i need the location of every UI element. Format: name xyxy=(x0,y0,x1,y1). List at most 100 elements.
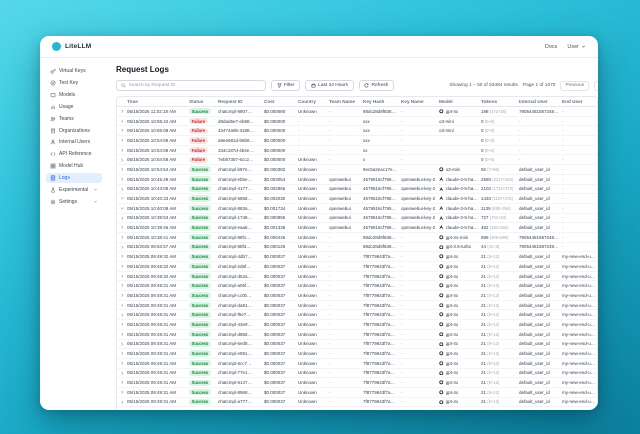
refresh-button[interactable]: Refresh xyxy=(359,80,394,91)
cell-request-id[interactable]: chatcmpl-6ed8… xyxy=(218,341,264,346)
row-expander-icon[interactable] xyxy=(117,322,127,327)
row-expander-icon[interactable] xyxy=(117,274,127,279)
cell-request-id[interactable]: chatcmpl-43e9… xyxy=(218,322,264,327)
sidebar-item-virtual-keys[interactable]: Virtual Keys xyxy=(46,66,102,76)
time-range-button[interactable]: Last 24 Hours xyxy=(305,80,353,91)
log-row[interactable]: 05/15/2025 09:49:31 AMSuccesschatcmpl-f5… xyxy=(117,310,597,320)
log-row[interactable]: 05/15/2025 09:49:32 AMSuccesschatcmpl-d5… xyxy=(117,272,597,282)
log-row[interactable]: 05/15/2025 10:40:33 AMSuccesschatcmpl-58… xyxy=(117,194,597,204)
row-expander-icon[interactable] xyxy=(117,342,127,347)
search-input[interactable] xyxy=(129,83,262,88)
row-expander-icon[interactable] xyxy=(117,138,127,143)
cell-request-id[interactable]: 334c187d-4b4e… xyxy=(218,148,264,153)
column-header-request-id[interactable]: Request ID xyxy=(218,99,264,104)
log-row[interactable]: 05/15/2025 10:55:42 AMFailured8dad5e7-eb… xyxy=(117,117,597,127)
row-expander-icon[interactable] xyxy=(117,187,127,192)
row-expander-icon[interactable] xyxy=(117,109,127,114)
row-expander-icon[interactable] xyxy=(117,390,127,395)
row-expander-icon[interactable] xyxy=(117,264,127,269)
log-row[interactable]: 05/15/2025 10:45:49 AMSuccesschatcmpl-eb… xyxy=(117,175,597,185)
row-expander-icon[interactable] xyxy=(117,303,127,308)
log-row[interactable]: 05/15/2025 10:54:59 AMFailure334c187d-4b… xyxy=(117,146,597,156)
sidebar-item-api-reference[interactable]: API Reference xyxy=(46,149,102,159)
search-box[interactable] xyxy=(116,80,266,91)
log-row[interactable]: 05/15/2025 09:49:31 AMSuccesschatcmpl-da… xyxy=(117,301,597,311)
sidebar-item-organizations[interactable]: Organizations xyxy=(46,125,102,135)
cell-request-id[interactable]: 7eb67387-6cc2… xyxy=(218,157,264,162)
row-expander-icon[interactable] xyxy=(117,245,127,250)
sidebar-item-settings[interactable]: Settings xyxy=(46,197,102,207)
cell-request-id[interactable]: chatcmpl-5858… xyxy=(218,196,264,201)
cell-request-id[interactable]: chatcmpl-6cc7… xyxy=(218,361,264,366)
sidebar-item-teams[interactable]: Teams xyxy=(46,114,102,124)
row-expander-icon[interactable] xyxy=(117,313,127,318)
row-expander-icon[interactable] xyxy=(117,148,127,153)
log-row[interactable]: 05/15/2025 09:49:32 AMSuccesschatcmpl-4d… xyxy=(117,252,597,262)
cell-request-id[interactable]: chatcmpl-d52a… xyxy=(218,274,264,279)
previous-button[interactable]: Previous xyxy=(560,81,589,91)
column-header-key-hash[interactable]: Key Hash xyxy=(363,99,401,104)
cell-request-id[interactable]: chatcmpl-8968… xyxy=(218,390,264,395)
sidebar-item-experimental[interactable]: Experimental xyxy=(46,185,102,195)
brand[interactable]: LiteLLM xyxy=(52,42,91,51)
column-header-time[interactable]: Time xyxy=(127,99,189,104)
cell-request-id[interactable]: chatcmpl-88f3… xyxy=(218,244,264,249)
cell-request-id[interactable]: chatcmpl-a06f… xyxy=(218,283,264,288)
row-expander-icon[interactable] xyxy=(117,332,127,337)
log-row[interactable]: 05/15/2025 10:39:46 AMSuccesschatcmpl-ea… xyxy=(117,223,597,233)
cell-request-id[interactable]: chatcmpl-77e1… xyxy=(218,370,264,375)
log-row[interactable]: 05/15/2025 10:55:08 AMFailure43474a9b-31… xyxy=(117,126,597,136)
row-expander-icon[interactable] xyxy=(117,167,127,172)
cell-request-id[interactable]: chatcmpl-2d8f… xyxy=(218,264,264,269)
sidebar-item-usage[interactable]: Usage xyxy=(46,102,102,112)
cell-request-id[interactable]: 43474a9b-3188… xyxy=(218,128,264,133)
row-expander-icon[interactable] xyxy=(117,371,127,376)
sidebar-item-model-hub[interactable]: Model Hub xyxy=(46,161,102,171)
row-expander-icon[interactable] xyxy=(117,400,127,405)
row-expander-icon[interactable] xyxy=(117,216,127,221)
row-expander-icon[interactable] xyxy=(117,254,127,259)
cell-request-id[interactable]: d8dad5e7-eb88… xyxy=(218,119,264,124)
row-expander-icon[interactable] xyxy=(117,206,127,211)
log-row[interactable]: 05/15/2025 09:49:31 AMSuccesschatcmpl-a7… xyxy=(117,398,597,408)
column-header-status[interactable]: Status xyxy=(189,99,218,104)
log-row[interactable]: 05/15/2025 10:38:41 AMSuccesschatcmpl-88… xyxy=(117,233,597,243)
cell-request-id[interactable]: chatcmpl-d865… xyxy=(218,332,264,337)
cell-request-id[interactable]: chatcmpl-8807… xyxy=(218,109,264,114)
log-row[interactable]: 05/15/2025 09:49:31 AMSuccesschatcmpl-61… xyxy=(117,378,597,388)
row-expander-icon[interactable] xyxy=(117,351,127,356)
row-expander-icon[interactable] xyxy=(117,177,127,182)
log-row[interactable]: 05/15/2025 11:02:18 AMSuccesschatcmpl-88… xyxy=(117,107,597,117)
log-row[interactable]: 05/15/2025 09:49:31 AMSuccesschatcmpl-43… xyxy=(117,320,597,330)
log-row[interactable]: 05/15/2025 09:49:31 AMSuccesschatcmpl-a0… xyxy=(117,281,597,291)
log-row[interactable]: 05/15/2025 09:49:31 AMSuccesschatcmpl-77… xyxy=(117,369,597,379)
column-header-cost[interactable]: Cost xyxy=(264,99,298,104)
row-expander-icon[interactable] xyxy=(117,293,127,298)
row-expander-icon[interactable] xyxy=(117,380,127,385)
cell-request-id[interactable]: chatcmpl-ebbe… xyxy=(218,177,264,182)
cell-request-id[interactable]: chatcmpl-e891… xyxy=(218,351,264,356)
filter-button[interactable]: Filter xyxy=(271,80,300,91)
log-row[interactable]: 05/15/2025 09:49:31 AMSuccesschatcmpl-e8… xyxy=(117,349,597,359)
column-header-end-user[interactable]: End User xyxy=(562,99,598,104)
cell-request-id[interactable]: chatcmpl-da81… xyxy=(218,303,264,308)
cell-request-id[interactable]: chatcmpl-f5e7… xyxy=(218,312,264,317)
column-header-key-name[interactable]: Key Name xyxy=(401,99,439,104)
cell-request-id[interactable]: chatcmpl-1748… xyxy=(218,215,264,220)
next-button[interactable]: Next xyxy=(594,81,598,91)
log-row[interactable]: 05/15/2025 10:43:08 AMSuccesschatcmpl-41… xyxy=(117,185,597,195)
row-expander-icon[interactable] xyxy=(117,119,127,124)
cell-request-id[interactable]: chatcmpl-4177… xyxy=(218,186,264,191)
log-row[interactable]: 05/15/2025 09:49:31 AMSuccesschatcmpl-89… xyxy=(117,388,597,398)
log-row[interactable]: 05/15/2025 09:49:31 AMSuccesschatcmpl-cc… xyxy=(117,291,597,301)
row-expander-icon[interactable] xyxy=(117,196,127,201)
log-row[interactable]: 05/15/2025 09:53:57 AMSuccesschatcmpl-88… xyxy=(117,243,597,253)
log-row[interactable]: 05/15/2025 10:54:58 AMFailure7eb67387-6c… xyxy=(117,155,597,165)
row-expander-icon[interactable] xyxy=(117,225,127,230)
row-expander-icon[interactable] xyxy=(117,128,127,133)
sidebar-item-internal-users[interactable]: Internal Users xyxy=(46,137,102,147)
column-header-model[interactable]: Model xyxy=(439,99,481,104)
docs-link[interactable]: Docs xyxy=(545,44,558,50)
user-menu[interactable]: User xyxy=(567,44,586,50)
cell-request-id[interactable]: chatcmpl-6147… xyxy=(218,380,264,385)
